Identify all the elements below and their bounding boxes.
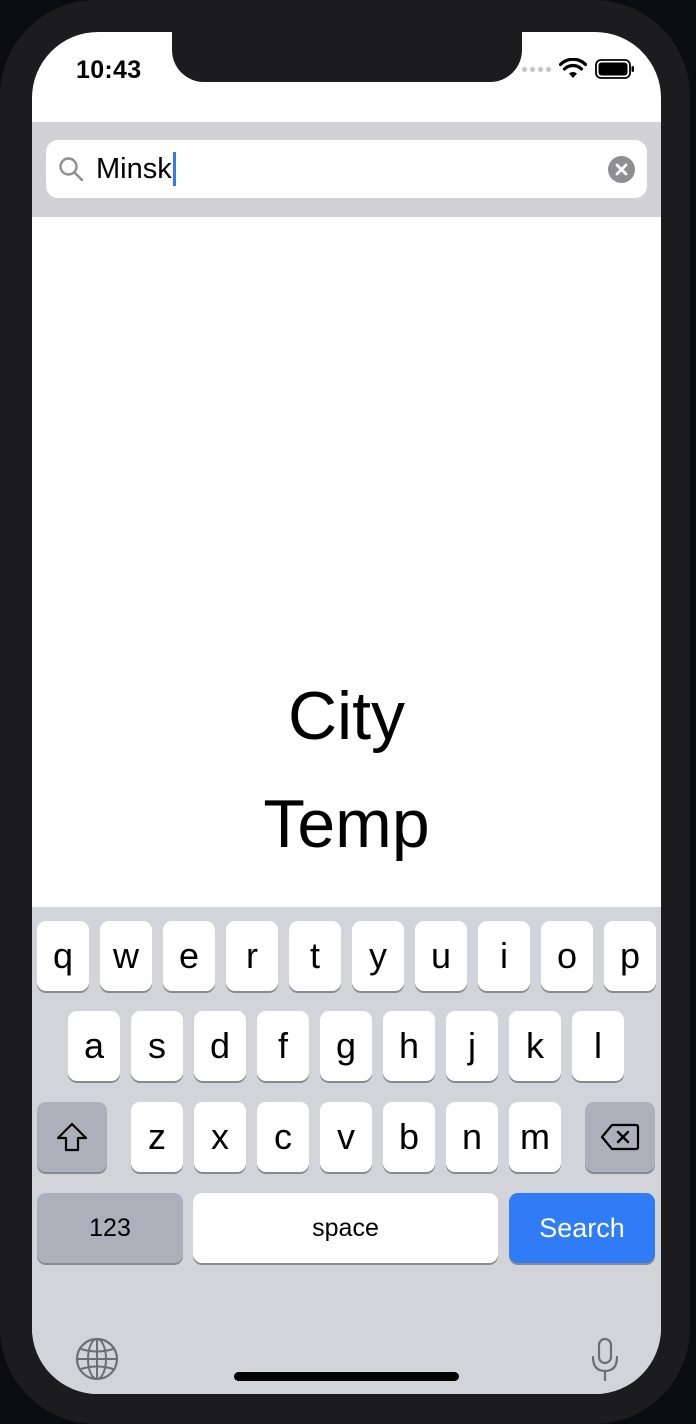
- key-m[interactable]: m: [509, 1102, 561, 1172]
- home-indicator: [234, 1372, 459, 1381]
- key-a[interactable]: a: [68, 1011, 120, 1081]
- delete-key[interactable]: [585, 1102, 655, 1172]
- key-u[interactable]: u: [415, 921, 467, 991]
- main-content: City Temp: [32, 217, 661, 907]
- shift-icon: [56, 1122, 88, 1152]
- key-e[interactable]: e: [163, 921, 215, 991]
- key-b[interactable]: b: [383, 1102, 435, 1172]
- key-y[interactable]: y: [352, 921, 404, 991]
- clear-icon[interactable]: [608, 156, 635, 183]
- key-j[interactable]: j: [446, 1011, 498, 1081]
- key-h[interactable]: h: [383, 1011, 435, 1081]
- key-c[interactable]: c: [257, 1102, 309, 1172]
- key-q[interactable]: q: [37, 921, 89, 991]
- city-label: City: [287, 678, 406, 754]
- key-w[interactable]: w: [100, 921, 152, 991]
- key-f[interactable]: f: [257, 1011, 309, 1081]
- search-value-wrap: Minsk: [96, 152, 176, 186]
- globe-icon[interactable]: [75, 1337, 119, 1381]
- shift-key[interactable]: [37, 1102, 107, 1172]
- space-key[interactable]: space: [193, 1193, 498, 1263]
- cellular-signal-icon: [522, 66, 551, 72]
- key-s[interactable]: s: [131, 1011, 183, 1081]
- key-v[interactable]: v: [320, 1102, 372, 1172]
- search-bar: Minsk: [32, 122, 661, 217]
- key-i[interactable]: i: [478, 921, 530, 991]
- search-value: Minsk: [96, 152, 172, 185]
- key-l[interactable]: l: [572, 1011, 624, 1081]
- notch: [172, 32, 522, 82]
- status-time: 10:43: [76, 56, 142, 84]
- microphone-icon[interactable]: [590, 1337, 620, 1385]
- key-z[interactable]: z: [131, 1102, 183, 1172]
- key-o[interactable]: o: [541, 921, 593, 991]
- key-g[interactable]: g: [320, 1011, 372, 1081]
- key-k[interactable]: k: [509, 1011, 561, 1081]
- keyboard: q w e r t y u i o p a s d f g h j k l z …: [32, 907, 661, 1394]
- key-n[interactable]: n: [446, 1102, 498, 1172]
- key-t[interactable]: t: [289, 921, 341, 991]
- status-icons: [522, 58, 635, 80]
- battery-icon: [595, 59, 634, 79]
- temp-label: Temp: [263, 786, 430, 862]
- text-caret: [172, 152, 176, 186]
- key-r[interactable]: r: [226, 921, 278, 991]
- device-frame: 10:43 Minsk City Temp q w e r t y u i o …: [0, 0, 690, 1424]
- screen: 10:43 Minsk City Temp q w e r t y u i o …: [32, 32, 661, 1394]
- delete-icon: [600, 1123, 640, 1151]
- search-key[interactable]: Search: [509, 1193, 655, 1263]
- wifi-icon: [559, 58, 587, 78]
- key-d[interactable]: d: [194, 1011, 246, 1081]
- key-x[interactable]: x: [194, 1102, 246, 1172]
- numbers-key[interactable]: 123: [37, 1193, 183, 1263]
- key-p[interactable]: p: [604, 921, 656, 991]
- search-icon: [59, 157, 84, 182]
- search-input[interactable]: Minsk: [46, 140, 647, 198]
